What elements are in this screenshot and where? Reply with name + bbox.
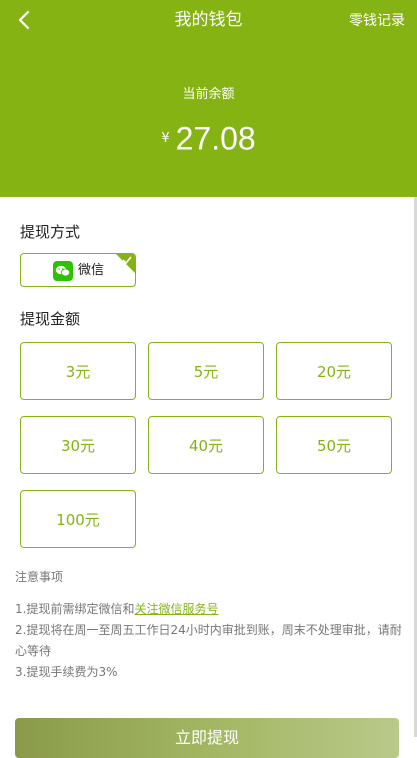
note-line-3: 3.提现手续费为3% xyxy=(15,665,118,679)
balance-label: 当前余额 xyxy=(182,87,235,102)
balance-amount: 27.08 xyxy=(175,120,256,157)
checkmark-icon xyxy=(122,256,132,265)
currency-symbol: ¥ xyxy=(161,130,170,146)
amount-option-5[interactable]: 5元 xyxy=(148,342,264,400)
wallet-header: 我的钱包 零钱记录 当前余额 ¥27.08 xyxy=(0,0,417,197)
note-line-2: 2.提现将在周一至周五工作日24小时内审批到账，周末不处理审批，请耐心等待 xyxy=(15,623,402,658)
wechat-option-label: 微信 xyxy=(78,263,105,278)
wechat-method-option[interactable]: 微信 xyxy=(20,253,136,287)
withdraw-now-button[interactable]: 立即提现 xyxy=(15,718,399,758)
wechat-icon xyxy=(53,261,73,281)
amount-option-100[interactable]: 100元 xyxy=(20,490,136,548)
withdraw-amount-title: 提现金额 xyxy=(20,310,81,328)
note-line-1-text: 1.提现前需绑定微信和 xyxy=(15,602,135,616)
follow-service-account-link[interactable]: 关注微信服务号 xyxy=(134,602,218,616)
amount-option-30[interactable]: 30元 xyxy=(20,416,136,474)
withdraw-method-title: 提现方式 xyxy=(20,223,81,241)
amount-option-20[interactable]: 20元 xyxy=(276,342,392,400)
amount-option-50[interactable]: 50元 xyxy=(276,416,392,474)
balance-display: ¥27.08 xyxy=(0,118,417,159)
change-records-link[interactable]: 零钱记录 xyxy=(349,11,405,31)
notes-title: 注意事项 xyxy=(15,570,64,584)
note-line-1: 1.提现前需绑定微信和关注微信服务号 xyxy=(15,599,403,620)
amount-option-40[interactable]: 40元 xyxy=(148,416,264,474)
amount-option-3[interactable]: 3元 xyxy=(20,342,136,400)
